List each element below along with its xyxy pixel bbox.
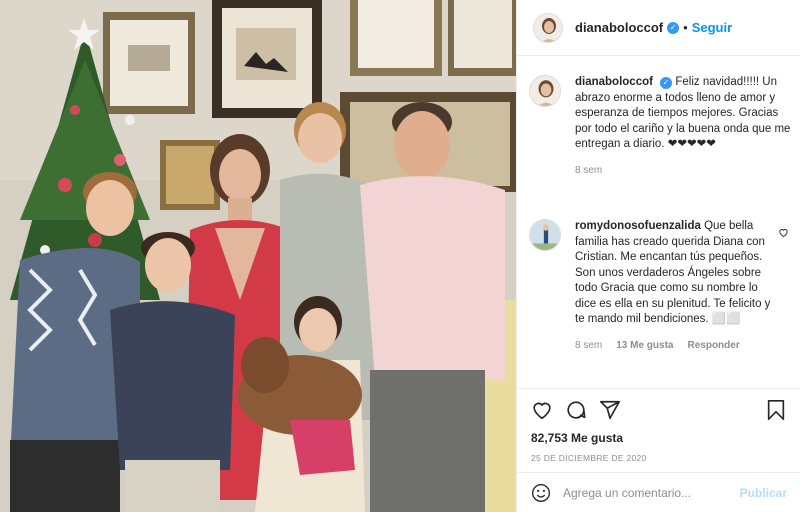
commenter-avatar[interactable] [529,219,561,251]
post-date[interactable]: 25 DE DICIEMBRE DE 2020 [531,453,787,463]
comment-likes-count[interactable]: 13 Me gusta [616,340,673,351]
comment-icon[interactable] [565,399,587,421]
action-icons-row [531,399,787,421]
family-photo-image [0,0,516,512]
post-actions: 82,753 Me gusta 25 DE DICIEMBRE DE 2020 [517,388,800,463]
verified-badge-icon: ✓ [660,76,673,89]
caption-comment: dianaboloccof ✓ Feliz navidad!!!!! Un ab… [529,75,791,176]
comment-body: Que bella familia has creado querida Dia… [575,220,771,325]
reply-button[interactable]: Responder [687,340,739,351]
commenter-username[interactable]: romydonosofuenzalida [575,220,701,232]
emoji-icon[interactable] [531,483,551,503]
bookmark-icon[interactable] [765,399,787,421]
caption-username[interactable]: dianaboloccof [575,76,653,88]
author-username[interactable]: dianaboloccof [575,20,663,35]
caption-meta: 8 sem [575,165,791,176]
comment-item: romydonosofuenzalida Que bella familia h… [529,219,791,351]
post-header: dianaboloccof ✓ • Seguir [517,0,800,56]
post-side-panel: dianaboloccof ✓ • Seguir dianaboloccof ✓… [516,0,800,512]
comment-time[interactable]: 8 sem [575,340,602,351]
follow-button[interactable]: Seguir [692,20,732,35]
separator-dot: • [683,20,688,35]
comment-meta: 8 sem 13 Me gusta Responder [575,340,775,351]
author-avatar[interactable] [533,12,563,43]
likes-count[interactable]: 82,753 Me gusta [531,431,787,445]
heart-icon[interactable] [531,399,553,421]
comments-list[interactable]: dianaboloccof ✓ Feliz navidad!!!!! Un ab… [517,57,800,387]
post-photo[interactable] [0,0,516,512]
caption-text: dianaboloccof ✓ Feliz navidad!!!!! Un ab… [575,75,791,153]
comment-input[interactable] [563,485,733,500]
caption-time[interactable]: 8 sem [575,165,602,176]
comment-text: romydonosofuenzalida Que bella familia h… [575,219,775,328]
add-comment-bar: Publicar [517,472,800,512]
author-avatar[interactable] [529,75,561,107]
verified-badge-icon: ✓ [667,21,680,34]
share-icon[interactable] [599,399,621,421]
comment-like-heart-icon[interactable] [778,227,789,241]
publish-button[interactable]: Publicar [740,486,787,500]
